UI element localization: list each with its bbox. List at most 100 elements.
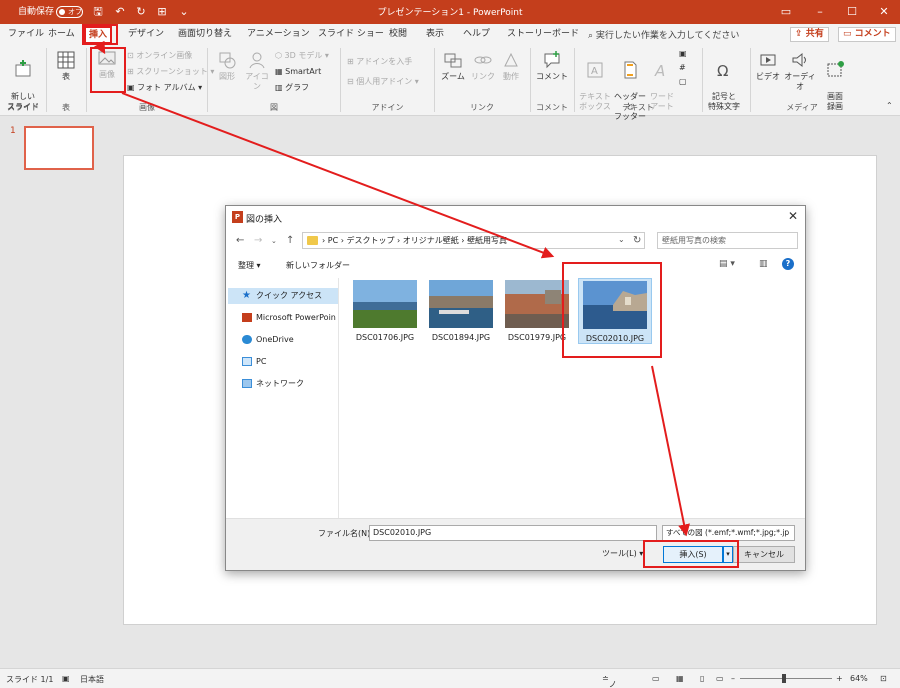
filename-input[interactable]: DSC02010.JPG xyxy=(369,525,657,541)
powerpoint-icon: P xyxy=(232,211,243,223)
comment-button[interactable]: コメント xyxy=(536,50,568,82)
tab-file[interactable]: ファイル xyxy=(8,27,44,43)
preview-pane-icon[interactable]: ▥ xyxy=(759,259,768,269)
breadcrumb-pc[interactable]: PC xyxy=(328,236,338,245)
forward-icon[interactable]: → xyxy=(254,235,262,246)
minimize-icon[interactable]: – xyxy=(806,2,834,22)
language-indicator[interactable]: 日本語 xyxy=(80,674,104,685)
refresh-icon[interactable]: ↻ xyxy=(633,235,641,246)
normal-view-icon[interactable]: ▭ xyxy=(652,674,660,683)
photo-album-button[interactable]: ▣ フォト アルバム ▾ xyxy=(127,82,202,94)
zoom-icon xyxy=(444,53,462,68)
group-illustrations-label: 図 xyxy=(270,103,278,112)
zoom-out-icon[interactable]: – xyxy=(731,674,735,683)
group-comments-label: コメント xyxy=(536,103,568,112)
zoom-slider-track[interactable] xyxy=(740,678,832,679)
table-icon xyxy=(57,51,75,69)
date-time-icon[interactable]: ▣ xyxy=(679,48,687,60)
organize-button[interactable]: 整理 ▾ xyxy=(238,260,261,271)
tools-button[interactable]: ツール(L) ▾ xyxy=(602,548,643,559)
new-folder-button[interactable]: 新しいフォルダー xyxy=(286,260,350,271)
maximize-icon[interactable]: ☐ xyxy=(838,2,866,22)
fit-to-window-icon[interactable]: ⊡ xyxy=(880,674,887,683)
breadcrumb-wallpaper[interactable]: 壁紙用写真 xyxy=(467,236,507,245)
file-name: DSC01894.JPG xyxy=(431,333,491,342)
3d-model-label: 3D モデル xyxy=(284,51,323,60)
tab-design[interactable]: デザイン xyxy=(128,27,164,43)
audio-button[interactable]: オーディオ xyxy=(782,50,818,92)
zoom-level[interactable]: 64% xyxy=(850,674,868,683)
zoom-slider-thumb[interactable] xyxy=(782,674,786,683)
3d-model-button[interactable]: ⬡ 3D モデル ▾ xyxy=(275,50,329,62)
dialog-close-icon[interactable]: ✕ xyxy=(788,209,798,223)
folder-icon xyxy=(307,236,318,245)
smartart-button[interactable]: ▦ SmartArt xyxy=(275,66,321,78)
help-icon[interactable]: ? xyxy=(782,258,794,270)
spell-check-icon[interactable]: ▣ xyxy=(62,674,70,683)
slideshow-view-icon[interactable]: ▭ xyxy=(716,674,724,683)
slide-thumbnail[interactable] xyxy=(24,126,94,170)
file-tile[interactable]: DSC01706.JPG xyxy=(350,280,420,342)
cancel-button[interactable]: キャンセル xyxy=(733,546,795,563)
file-tile[interactable]: DSC01894.JPG xyxy=(426,280,496,342)
symbols-label: 記号と 特殊文字 xyxy=(708,92,740,111)
recent-dropdown-icon[interactable]: ⌄ xyxy=(271,237,277,245)
back-icon[interactable]: ← xyxy=(236,235,244,246)
status-bar: スライド 1/1 ▣ 日本語 ≐ ノート ▭ ▦ ▯ ▭ – + 64% ⊡ xyxy=(0,668,900,688)
screenshot-label: スクリーンショット xyxy=(136,67,208,76)
reading-view-icon[interactable]: ▯ xyxy=(700,674,704,683)
tell-me-search[interactable]: ⌕ 実行したい作業を入力してください xyxy=(588,28,739,41)
breadcrumb-original[interactable]: オリジナル壁紙 xyxy=(403,236,459,245)
breadcrumb-desktop[interactable]: デスクトップ xyxy=(346,236,394,245)
group-tables-label: 表 xyxy=(62,103,70,112)
close-icon[interactable]: ✕ xyxy=(870,2,898,22)
zoom-button[interactable]: ズーム xyxy=(438,50,468,82)
zoom-in-icon[interactable]: + xyxy=(836,674,843,683)
comments-button[interactable]: ▭ コメント xyxy=(838,27,896,42)
address-bar[interactable]: › PC › デスクトップ › オリジナル壁紙 › 壁紙用写真 xyxy=(302,232,645,249)
nav-powerpoint[interactable]: Microsoft PowerPoin xyxy=(242,310,336,326)
view-mode-icon[interactable]: ▤ ▾ xyxy=(719,259,735,269)
object-icon[interactable]: ▢ xyxy=(679,76,687,88)
up-icon[interactable]: ↑ xyxy=(286,235,294,246)
slide-number-icon[interactable]: # xyxy=(679,62,686,74)
ribbon-options-icon[interactable]: ▭ xyxy=(772,2,800,22)
group-images-label: 画像 xyxy=(139,103,155,112)
action-button[interactable]: 動作 xyxy=(498,50,524,82)
graph-button[interactable]: ▥ グラフ xyxy=(275,82,309,94)
tab-view[interactable]: 表示 xyxy=(426,27,444,43)
window-title: プレゼンテーション1 - PowerPoint xyxy=(377,8,523,18)
slide-sorter-icon[interactable]: ▦ xyxy=(676,674,684,683)
tab-home[interactable]: ホーム xyxy=(48,27,75,43)
new-slide-icon xyxy=(15,60,31,77)
slide-count: スライド 1/1 xyxy=(6,675,54,684)
tab-review[interactable]: 校閲 xyxy=(389,27,407,43)
notes-button[interactable]: ≐ ノート xyxy=(602,674,617,688)
table-button[interactable]: 表 xyxy=(52,50,80,82)
nav-network[interactable]: ネットワーク xyxy=(242,376,304,392)
collapse-ribbon-icon[interactable]: ⌃ xyxy=(886,100,893,112)
link-button[interactable]: リンク xyxy=(470,50,496,82)
shapes-button[interactable]: 図形 xyxy=(214,50,240,82)
group-slides-label: スライド xyxy=(7,103,39,112)
my-addins-button[interactable]: ⊟ 個人用アドイン ▾ xyxy=(347,76,419,88)
get-addins-button[interactable]: ⊞ アドインを入手 xyxy=(347,56,412,68)
highlight-insert-tab xyxy=(82,24,118,45)
dialog-search-input[interactable]: 壁紙用写真の検索 xyxy=(657,232,798,249)
tab-storyboard[interactable]: ストーリーボード xyxy=(507,27,579,43)
tab-animations[interactable]: アニメーション xyxy=(247,27,310,43)
video-button[interactable]: ビデオ xyxy=(754,50,782,82)
nav-quick-access[interactable]: ★ クイック アクセス xyxy=(242,288,322,304)
screenshot-button[interactable]: ⊞ スクリーンショット ▾ xyxy=(127,66,214,78)
online-image-button[interactable]: ⊡ オンライン画像 xyxy=(127,50,192,62)
share-button[interactable]: ⇪ 共有 xyxy=(790,27,829,42)
filetype-select[interactable]: すべての図 (*.emf;*.wmf;*.jpg;*.jp xyxy=(662,525,795,541)
tab-help[interactable]: ヘルプ xyxy=(463,27,490,43)
tab-slideshow[interactable]: スライド ショー xyxy=(318,27,384,43)
nav-onedrive[interactable]: OneDrive xyxy=(242,332,294,348)
icons-button[interactable]: アイコン xyxy=(242,50,272,92)
symbols-button[interactable]: Ω 記号と 特殊文字 xyxy=(704,50,744,112)
tab-transitions[interactable]: 画面切り替え xyxy=(178,27,232,43)
address-dropdown-icon[interactable]: ⌄ xyxy=(618,235,625,244)
nav-pc[interactable]: PC xyxy=(242,354,266,370)
